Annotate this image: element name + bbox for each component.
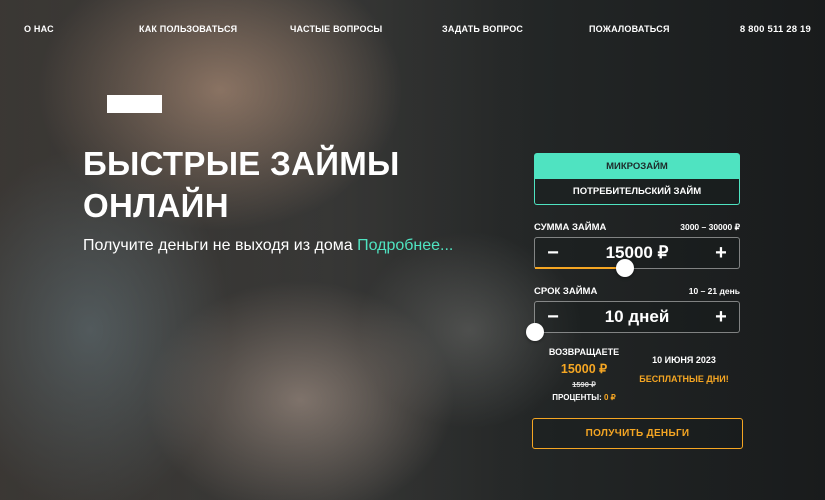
- term-value: 10 дней: [604, 307, 670, 326]
- loan-summary: ВОЗВРАЩАЕТЕ 15000 ₽ 1590 ₽ ПРОЦЕНТЫ: 0 ₽…: [534, 343, 740, 413]
- amount-slider-fill: [535, 267, 625, 269]
- term-plus-button[interactable]: +: [703, 302, 739, 332]
- nav-how-to-use[interactable]: КАК ПОЛЬЗОВАТЬСЯ: [139, 24, 237, 34]
- logo[interactable]: [107, 95, 162, 113]
- hero-subline: Получите деньги не выходя из дома Подроб…: [83, 237, 453, 255]
- amount-slider-thumb[interactable]: [615, 259, 634, 277]
- nav-faq[interactable]: ЧАСТЫЕ ВОПРОСЫ: [290, 24, 382, 34]
- amount-label-row: СУММА ЗАЙМА 3000 – 30000 ₽: [534, 221, 740, 233]
- return-date: 10 ИЮНЯ 2023: [652, 355, 716, 365]
- nav-ask-question[interactable]: ЗАДАТЬ ВОПРОС: [442, 24, 523, 34]
- amount-value: 15000 ₽: [605, 243, 669, 262]
- loan-calculator: МИКРОЗАЙМ ПОТРЕБИТЕЛЬСКИЙ ЗАЙМ СУММА ЗАЙ…: [526, 153, 740, 413]
- more-link[interactable]: Подробнее...: [357, 237, 453, 254]
- return-amount: 15000 ₽: [560, 362, 608, 376]
- return-block: ВОЗВРАЩАЕТЕ 15000 ₽ 1590 ₽ ПРОЦЕНТЫ: 0 ₽: [544, 347, 624, 402]
- subline-text: Получите деньги не выходя из дома: [83, 237, 358, 254]
- nav-about[interactable]: О НАС: [24, 24, 54, 34]
- term-label: СРОК ЗАЙМА: [534, 285, 598, 297]
- term-slider[interactable]: [526, 323, 739, 341]
- term-slider-thumb[interactable]: [526, 323, 544, 341]
- tab-consumer-loan[interactable]: ПОТРЕБИТЕЛЬСКИЙ ЗАЙМ: [534, 179, 740, 205]
- get-money-button[interactable]: ПОЛУЧИТЬ ДЕНЬГИ: [532, 418, 743, 449]
- interest-row: ПРОЦЕНТЫ: 0 ₽: [544, 393, 624, 402]
- amount-range: 3000 – 30000 ₽: [680, 221, 740, 232]
- nav-complain[interactable]: ПОЖАЛОВАТЬСЯ: [589, 24, 670, 34]
- amount-label: СУММА ЗАЙМА: [534, 221, 607, 233]
- hero-headline: БЫСТРЫЕ ЗАЙМЫ ОНЛАЙН: [83, 143, 463, 227]
- interest-label: ПРОЦЕНТЫ:: [552, 393, 604, 402]
- amount-stepper: − 15000 ₽ +: [534, 237, 740, 277]
- term-label-row: СРОК ЗАЙМА 10 – 21 день: [534, 285, 740, 297]
- headline-line-2: ОНЛАЙН: [83, 187, 229, 224]
- free-days-badge: БЕСПЛАТНЫЕ ДНИ!: [639, 374, 729, 384]
- return-old-amount: 1590 ₽: [572, 380, 596, 389]
- amount-slider[interactable]: [535, 259, 739, 277]
- return-label: ВОЗВРАЩАЕТЕ: [548, 347, 620, 357]
- amount-minus-button[interactable]: −: [535, 238, 571, 268]
- tab-microloan[interactable]: МИКРОЗАЙМ: [534, 153, 740, 179]
- term-range: 10 – 21 день: [688, 286, 740, 296]
- term-stepper: − 10 дней +: [526, 301, 740, 341]
- headline-line-1: БЫСТРЫЕ ЗАЙМЫ: [83, 145, 400, 182]
- date-block: 10 ИЮНЯ 2023 БЕСПЛАТНЫЕ ДНИ!: [634, 355, 734, 384]
- amount-plus-button[interactable]: +: [703, 238, 739, 268]
- top-nav: О НАС КАК ПОЛЬЗОВАТЬСЯ ЧАСТЫЕ ВОПРОСЫ ЗА…: [24, 24, 811, 38]
- nav-phone[interactable]: 8 800 511 28 19: [740, 24, 811, 35]
- interest-value: 0 ₽: [604, 393, 616, 402]
